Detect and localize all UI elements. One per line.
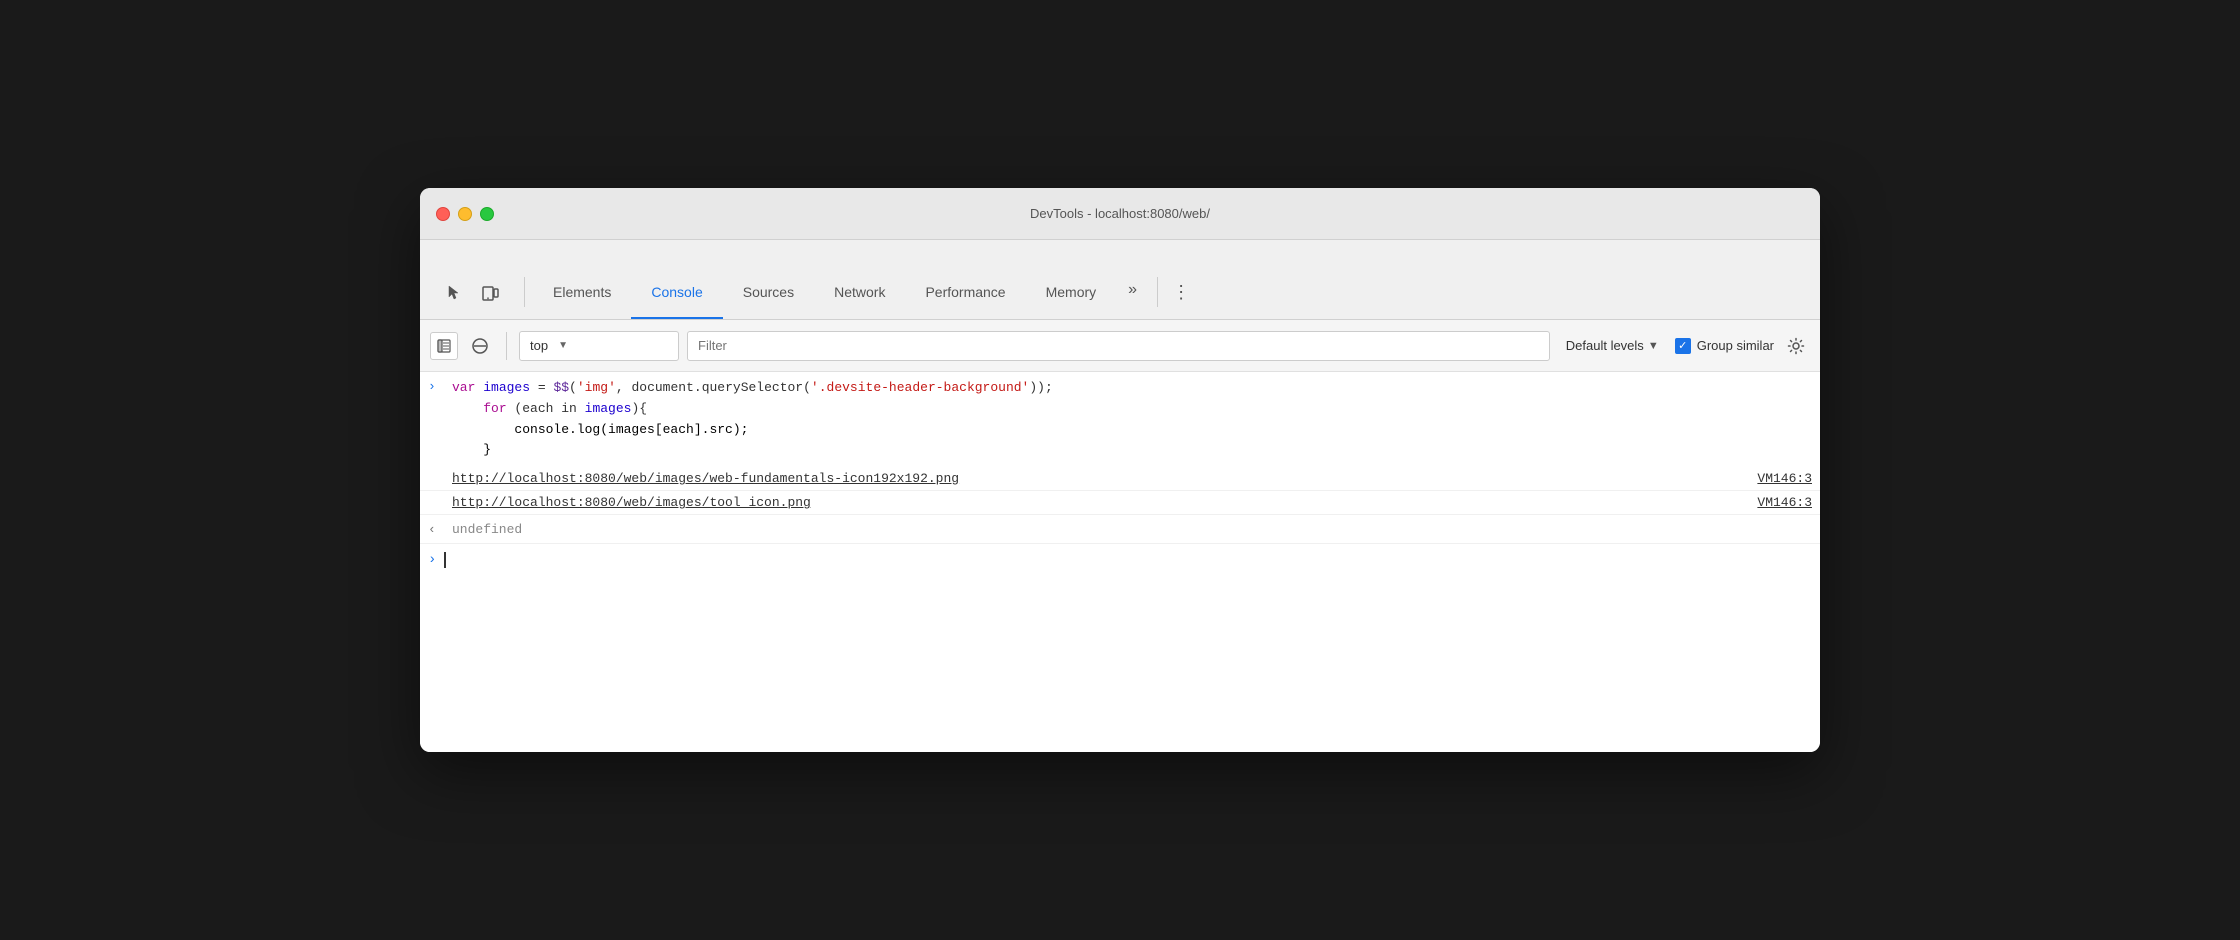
default-levels-dropdown[interactable]: Default levels ▼	[1558, 331, 1667, 361]
keyword-var: var	[452, 380, 483, 395]
more-tabs-button[interactable]: »	[1116, 273, 1149, 307]
console-area: › var images = $$('img', document.queryS…	[420, 372, 1820, 752]
devtools-window: DevTools - localhost:8080/web/ Elements	[420, 188, 1820, 752]
var-images-ref: images	[585, 401, 632, 416]
filterbar: top ▼ Default levels ▼ ✓ Group similar	[420, 320, 1820, 372]
dropdown-arrow-icon: ▼	[558, 340, 568, 351]
group-similar-label: Group similar	[1697, 338, 1774, 353]
fn-name: $$	[553, 380, 569, 395]
tab-elements[interactable]: Elements	[533, 267, 631, 319]
context-dropdown[interactable]: top ▼	[519, 331, 679, 361]
console-cursor	[444, 552, 446, 568]
output-url-1[interactable]: http://localhost:8080/web/images/web-fun…	[452, 471, 959, 486]
group-similar-checkbox-container[interactable]: ✓ Group similar	[1675, 338, 1774, 354]
tabbar: Elements Console Sources Network Perform…	[420, 240, 1820, 320]
keyword-for: for	[483, 401, 506, 416]
console-prompt-icon: ›	[428, 552, 436, 568]
console-output-link2: http://localhost:8080/web/images/tool_ic…	[420, 491, 1820, 515]
inspect-icon[interactable]	[440, 279, 468, 307]
tab-divider	[524, 277, 525, 307]
levels-arrow-icon: ▼	[1648, 340, 1659, 352]
titlebar: DevTools - localhost:8080/web/	[420, 188, 1820, 240]
toolbar-icons	[428, 279, 516, 307]
filter-input[interactable]	[687, 331, 1550, 361]
show-console-sidebar-button[interactable]	[430, 332, 458, 360]
output-chevron-icon: ‹	[428, 522, 444, 537]
console-entry-code: › var images = $$('img', document.queryS…	[420, 372, 1820, 467]
console-output-link1: http://localhost:8080/web/images/web-fun…	[420, 467, 1820, 491]
var-name: images	[483, 380, 530, 395]
tab-sources[interactable]: Sources	[723, 267, 814, 319]
console-output-undefined: ‹ undefined	[420, 515, 1820, 544]
output-url-2[interactable]: http://localhost:8080/web/images/tool_ic…	[452, 495, 811, 510]
device-icon[interactable]	[476, 279, 504, 307]
string-img: 'img'	[577, 380, 616, 395]
output-source-2[interactable]: VM146:3	[1737, 495, 1812, 510]
console-code-block: var images = $$('img', document.querySel…	[452, 378, 1812, 461]
tab-console[interactable]: Console	[631, 267, 722, 319]
group-similar-checkbox[interactable]: ✓	[1675, 338, 1691, 354]
traffic-lights	[436, 207, 494, 221]
filter-divider	[506, 332, 507, 360]
checkmark-icon: ✓	[1678, 339, 1687, 352]
close-button[interactable]	[436, 207, 450, 221]
console-settings-button[interactable]	[1782, 332, 1810, 360]
tab-performance[interactable]: Performance	[905, 267, 1025, 319]
output-source-1[interactable]: VM146:3	[1737, 471, 1812, 486]
tab-network[interactable]: Network	[814, 267, 905, 319]
input-chevron-icon: ›	[428, 379, 444, 394]
tab-divider-2	[1157, 277, 1158, 307]
minimize-button[interactable]	[458, 207, 472, 221]
window-title: DevTools - localhost:8080/web/	[1030, 206, 1210, 221]
devtools-menu-button[interactable]: ⋮	[1166, 277, 1196, 307]
clear-console-button[interactable]	[466, 332, 494, 360]
tab-memory[interactable]: Memory	[1026, 267, 1117, 319]
console-input-row[interactable]: ›	[420, 544, 1820, 576]
maximize-button[interactable]	[480, 207, 494, 221]
undefined-value: undefined	[452, 522, 522, 537]
string-selector: '.devsite-header-background'	[811, 380, 1029, 395]
